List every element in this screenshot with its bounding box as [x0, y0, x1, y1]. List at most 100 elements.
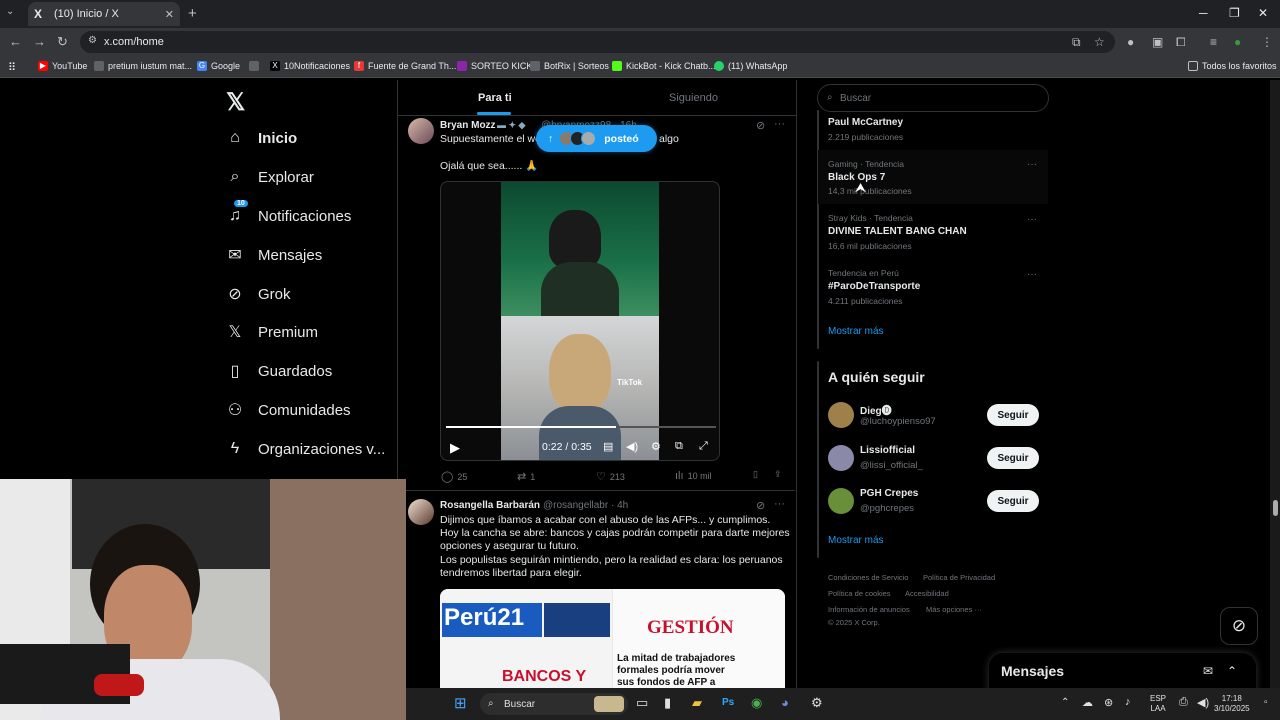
restore-icon[interactable]: ❐ — [1229, 6, 1240, 20]
apps-icon[interactable]: ⠿ — [8, 61, 16, 74]
site-info-icon[interactable]: ⚙ — [88, 35, 97, 46]
menu-icon[interactable]: ⋮ — [1261, 35, 1273, 49]
follow-button[interactable]: Seguir — [987, 490, 1039, 512]
clock[interactable]: 17:18 3/10/2025 — [1214, 694, 1250, 714]
bookmark-item[interactable]: X 10Notificaciones — [270, 61, 350, 71]
follow-button[interactable]: Seguir — [987, 404, 1039, 426]
bookmark-item[interactable]: (11) WhatsApp — [714, 61, 787, 71]
trend-title[interactable]: DIVINE TALENT BANG CHAN — [828, 226, 967, 237]
suggestion-handle[interactable]: @pghcrepes — [860, 503, 914, 514]
avatar[interactable] — [828, 402, 854, 428]
footer-link[interactable]: Más opciones ··· — [926, 605, 982, 614]
discord-icon[interactable]: ◕ — [781, 695, 789, 710]
bookmark-item[interactable]: f Fuente de Grand Th... — [354, 61, 456, 71]
grok-button[interactable]: ⊘ — [1220, 607, 1258, 645]
fullscreen-icon[interactable]: ⤢ — [699, 440, 708, 453]
new-tab-icon[interactable]: + — [188, 5, 197, 22]
footer-link[interactable]: Accesibilidad — [905, 589, 949, 598]
reply-button[interactable]: ◯ 25 — [441, 470, 467, 483]
xbox-icon[interactable]: ⊛ — [1104, 696, 1113, 709]
repost-button[interactable]: ⇄ 1 — [517, 470, 535, 483]
nav-inicio[interactable]: ⌂ Inicio — [226, 123, 297, 153]
tab-para-ti[interactable]: Para ti — [478, 92, 512, 104]
search-input[interactable]: ⌕ Buscar — [817, 84, 1049, 112]
more-icon[interactable]: ··· — [1027, 214, 1037, 225]
expand-icon[interactable]: ⌃ — [1227, 664, 1237, 678]
all-bookmarks[interactable]: Todos los favoritos — [1188, 61, 1277, 71]
profile-icon[interactable]: ● — [1234, 35, 1241, 49]
task-view-icon[interactable]: ▭ — [636, 695, 648, 711]
minimize-icon[interactable]: ─ — [1199, 6, 1208, 20]
bookmark-item[interactable]: pretium iustum mat... — [94, 61, 192, 71]
bookmark-item[interactable]: ▶ YouTube — [38, 61, 87, 71]
avatar[interactable] — [408, 499, 434, 525]
tab-siguiendo[interactable]: Siguiendo — [669, 92, 718, 104]
follow-button[interactable]: Seguir — [987, 447, 1039, 469]
onedrive-icon[interactable]: ☁ — [1082, 696, 1093, 709]
extension-icon[interactable]: ▣ — [1152, 35, 1163, 49]
tab-close-icon[interactable]: ✕ — [165, 8, 174, 21]
notification-center-icon[interactable]: ▫ — [1264, 697, 1268, 708]
language-indicator[interactable]: ESP LAA — [1150, 694, 1166, 714]
chrome-icon[interactable]: ◉ — [751, 695, 762, 711]
address-bar[interactable]: ⚙ x.com/home — [80, 31, 1115, 53]
avatar[interactable] — [828, 445, 854, 471]
volume-icon[interactable]: ◀) — [626, 440, 638, 453]
show-more-follow-link[interactable]: Mostrar más — [828, 535, 884, 546]
tweet-handle[interactable]: @rosangellabr · 4h — [543, 500, 628, 511]
nav-guardados[interactable]: ▯ Guardados — [226, 356, 333, 386]
bookmark-item[interactable]: BotRix | Sorteos — [530, 61, 609, 71]
tweet-image-newspapers[interactable]: Perú21 BANCOS Y GESTIÓN La mitad de trab… — [440, 589, 785, 688]
settings-icon[interactable]: ⚙ — [651, 440, 661, 453]
browser-tab[interactable]: X (10) Inicio / X ✕ — [28, 2, 180, 26]
bookmark-item[interactable]: G Google — [197, 61, 240, 71]
bookmark-icon[interactable]: ▯ — [753, 469, 758, 480]
nav-explorar[interactable]: ⌕ Explorar — [226, 162, 314, 192]
like-button[interactable]: ♡ 213 — [596, 470, 625, 483]
new-posts-pill[interactable]: ↑ posteó — [536, 125, 657, 152]
tab-search-icon[interactable]: ⌄ — [6, 6, 14, 17]
footer-link[interactable]: Política de Privacidad — [923, 573, 995, 582]
share-icon[interactable]: ⇪ — [774, 469, 782, 480]
grok-icon[interactable]: ⊘ — [756, 499, 765, 512]
bookmark-item[interactable]: SORTEO KICK — [457, 61, 532, 71]
footer-link[interactable]: Política de cookies — [828, 589, 891, 598]
nav-grok[interactable]: ⊘ Grok — [226, 279, 290, 309]
video-player[interactable]: TikTok ▶ 0:22 / 0:35 ▤ ◀) ⚙ ⧉ ⤢ — [440, 181, 720, 461]
media-icon[interactable]: ≡ — [1210, 35, 1217, 49]
suggestion-handle[interactable]: @luchoypienso97 — [860, 416, 936, 427]
nav-notificaciones[interactable]: ♫ 10 Notificaciones — [226, 200, 351, 231]
footer-link[interactable]: Condiciones de Servicio — [828, 573, 908, 582]
trend-title[interactable]: #ParoDeTransporte — [828, 281, 920, 292]
scrollbar-thumb[interactable] — [1273, 500, 1278, 516]
footer-link[interactable]: Información de anuncios — [828, 605, 910, 614]
messages-drawer[interactable]: Mensajes ✉ ⌃ — [989, 653, 1256, 688]
extensions-puzzle-icon[interactable]: ⧠ — [1176, 35, 1186, 50]
pip-icon[interactable]: ⧉ — [675, 440, 683, 453]
suggestion-name[interactable]: Dieg🅓 — [860, 402, 892, 417]
captions-icon[interactable]: ▤ — [603, 440, 613, 453]
extension-icon[interactable]: ● — [1127, 35, 1134, 49]
bookmark-item[interactable] — [249, 61, 263, 71]
avatar[interactable] — [408, 118, 434, 144]
suggestion-name[interactable]: Lissiofficial — [860, 445, 915, 456]
nav-comunidades[interactable]: ⚇ Comunidades — [226, 395, 351, 425]
windows-start-icon[interactable]: ⊞ — [454, 694, 467, 712]
avatar[interactable] — [828, 488, 854, 514]
install-app-icon[interactable]: ⧉ — [1072, 35, 1081, 50]
more-icon[interactable]: ··· — [774, 118, 785, 130]
volume-icon[interactable]: ◀) — [1197, 696, 1209, 709]
app-icon[interactable]: ⚙ — [811, 695, 823, 711]
bookmark-item[interactable]: KickBot - Kick Chatb... — [612, 61, 716, 71]
grok-icon[interactable]: ⊘ — [756, 119, 765, 132]
reload-icon[interactable]: ↻ — [57, 34, 68, 50]
suggestion-name[interactable]: PGH Crepes — [860, 488, 918, 499]
bookmark-star-icon[interactable]: ☆ — [1094, 35, 1105, 49]
microphone-icon[interactable]: ♪ — [1125, 696, 1131, 708]
tray-overflow-icon[interactable]: ⌃ — [1061, 697, 1069, 708]
trend-title[interactable]: Paul McCartney — [828, 117, 903, 128]
photoshop-icon[interactable]: Ps — [722, 697, 734, 708]
network-icon[interactable]: ⎙ — [1179, 696, 1188, 709]
file-explorer-icon[interactable]: ▰ — [692, 695, 702, 711]
play-icon[interactable]: ▶ — [450, 440, 460, 456]
